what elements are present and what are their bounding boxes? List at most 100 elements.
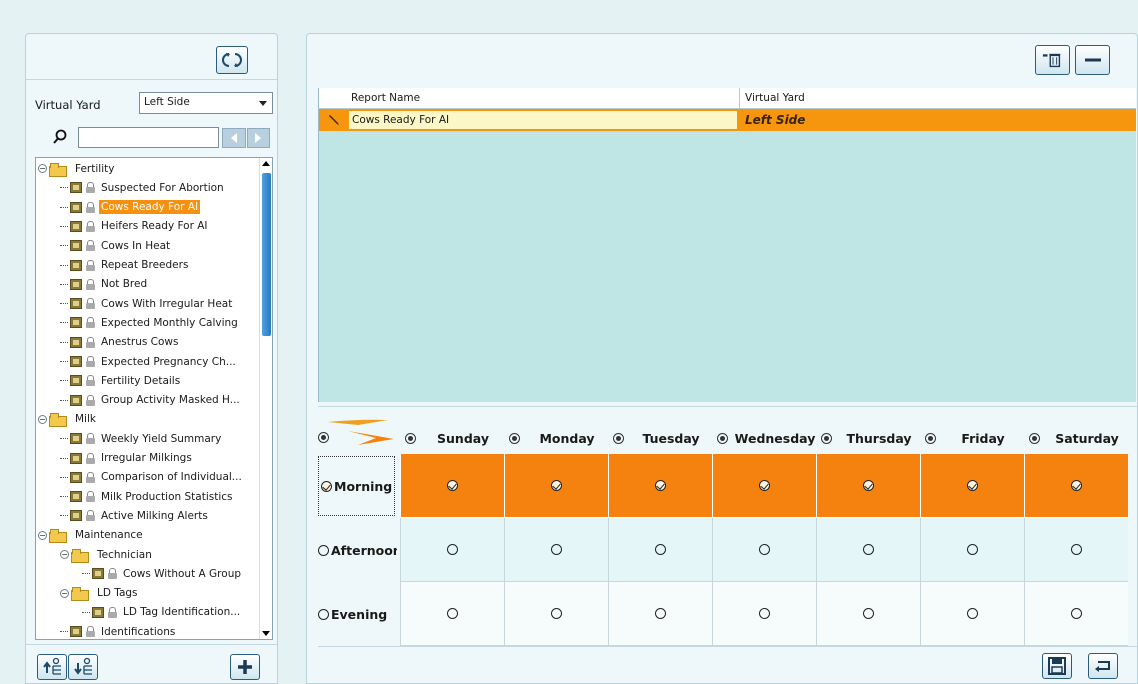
tree-folder[interactable]: − LD Tags <box>60 584 140 603</box>
period-morning[interactable]: Morning <box>318 454 400 518</box>
tree-item[interactable]: Heifers Ready For AI <box>60 217 210 236</box>
collapse-toggle[interactable]: − <box>38 414 47 424</box>
tree-item[interactable]: Irregular Milkings <box>60 449 194 468</box>
select-day-radio[interactable] <box>613 433 624 444</box>
scroll-thumb[interactable] <box>262 173 271 336</box>
day-header-tuesday[interactable]: Tuesday <box>608 424 712 453</box>
period-evening[interactable]: Evening <box>318 582 400 646</box>
tree-item[interactable]: Not Bred <box>60 275 149 294</box>
schedule-cell[interactable] <box>712 518 816 582</box>
select-day-radio[interactable] <box>405 433 416 444</box>
column-header-virtual-yard[interactable]: Virtual Yard <box>739 88 805 109</box>
tree-item[interactable]: Active Milking Alerts <box>60 506 210 525</box>
move-down-button[interactable] <box>68 654 98 680</box>
schedule-radio[interactable] <box>447 480 458 491</box>
tree-item[interactable]: Suspected For Abortion <box>60 178 226 197</box>
table-row[interactable]: Cows Ready For AI Left Side <box>319 109 1136 131</box>
schedule-cell[interactable] <box>608 518 712 582</box>
tree-item[interactable]: Weekly Yield Summary <box>60 429 223 448</box>
schedule-radio[interactable] <box>551 480 562 491</box>
tree-item[interactable]: Fertility Details <box>60 371 182 390</box>
schedule-radio[interactable] <box>655 544 666 555</box>
tree-item[interactable]: Identifications <box>60 622 177 639</box>
scroll-up-icon[interactable] <box>262 161 270 166</box>
select-all-radio[interactable] <box>318 432 329 443</box>
schedule-cell[interactable] <box>400 454 504 518</box>
schedule-radio[interactable] <box>759 480 770 491</box>
column-header-report-name[interactable]: Report Name <box>351 88 420 104</box>
schedule-cell[interactable] <box>504 518 608 582</box>
select-day-radio[interactable] <box>1029 433 1040 444</box>
tree-folder[interactable]: − Fertility <box>38 159 116 178</box>
period-radio[interactable] <box>321 480 332 492</box>
day-header-wednesday[interactable]: Wednesday <box>712 424 816 453</box>
add-report-button[interactable] <box>230 654 260 680</box>
schedule-radio[interactable] <box>759 608 770 619</box>
schedule-cell[interactable] <box>712 582 816 646</box>
collapse-toggle[interactable]: − <box>38 530 47 540</box>
schedule-radio[interactable] <box>1071 544 1082 555</box>
tree-folder[interactable]: − Technician <box>60 545 154 564</box>
schedule-cell[interactable] <box>920 582 1024 646</box>
refresh-button[interactable] <box>216 46 248 74</box>
schedule-radio[interactable] <box>551 608 562 619</box>
select-day-radio[interactable] <box>509 433 520 444</box>
tree-item[interactable]: Cows In Heat <box>60 236 172 255</box>
schedule-radio[interactable] <box>863 544 874 555</box>
tree-item[interactable]: Milk Production Statistics <box>60 487 235 506</box>
schedule-cell[interactable] <box>1024 518 1128 582</box>
schedule-cell[interactable] <box>712 454 816 518</box>
schedule-cell[interactable] <box>504 454 608 518</box>
tree-item[interactable]: Expected Pregnancy Ch... <box>60 352 238 371</box>
schedule-cell[interactable] <box>920 454 1024 518</box>
tree-item[interactable]: Anestrus Cows <box>60 333 180 352</box>
tree-item[interactable]: Cows Without A Group <box>82 564 243 583</box>
virtual-yard-select[interactable]: Left Side <box>139 92 273 114</box>
period-afternoon[interactable]: Afternoon <box>318 518 400 582</box>
day-header-thursday[interactable]: Thursday <box>816 424 920 453</box>
day-header-friday[interactable]: Friday <box>920 424 1024 453</box>
tree-folder[interactable]: − Milk <box>38 410 98 429</box>
schedule-cell[interactable] <box>608 454 712 518</box>
schedule-radio[interactable] <box>759 544 770 555</box>
tree-item[interactable]: Repeat Breeders <box>60 256 190 275</box>
schedule-radio[interactable] <box>967 608 978 619</box>
day-header-saturday[interactable]: Saturday <box>1024 424 1128 453</box>
schedule-cell[interactable] <box>816 582 920 646</box>
virtual-yard-cell[interactable]: Left Side <box>742 111 808 129</box>
schedule-radio[interactable] <box>863 608 874 619</box>
schedule-radio[interactable] <box>551 544 562 555</box>
schedule-cell[interactable] <box>920 518 1024 582</box>
schedule-radio[interactable] <box>447 608 458 619</box>
report-name-cell[interactable]: Cows Ready For AI <box>349 111 737 129</box>
delete-button[interactable] <box>1035 45 1070 75</box>
schedule-cell[interactable] <box>400 582 504 646</box>
schedule-cell[interactable] <box>504 582 608 646</box>
period-radio[interactable] <box>318 544 329 556</box>
schedule-cell[interactable] <box>1024 582 1128 646</box>
collapse-toggle[interactable]: − <box>60 588 69 598</box>
schedule-radio[interactable] <box>655 480 666 491</box>
tree-item[interactable]: Cows Ready For AI <box>60 198 201 217</box>
tree-item[interactable]: Group Activity Masked H... <box>60 391 242 410</box>
select-day-radio[interactable] <box>821 433 832 444</box>
search-prev-button[interactable] <box>222 128 246 148</box>
schedule-cell[interactable] <box>400 518 504 582</box>
collapse-toggle[interactable]: − <box>38 164 47 173</box>
select-day-radio[interactable] <box>717 433 728 444</box>
tree-item[interactable]: LD Tag Identification... <box>82 603 242 622</box>
search-input[interactable] <box>78 127 219 148</box>
schedule-cell[interactable] <box>816 518 920 582</box>
schedule-radio[interactable] <box>967 480 978 491</box>
period-radio[interactable] <box>318 608 329 620</box>
undo-button[interactable] <box>1088 653 1118 679</box>
schedule-radio[interactable] <box>447 544 458 555</box>
schedule-cell[interactable] <box>816 454 920 518</box>
collapse-toggle[interactable]: − <box>60 550 69 559</box>
tree-folder[interactable]: − Maintenance <box>38 526 145 545</box>
tree-item[interactable]: Comparison of Individual... <box>60 468 244 487</box>
tree-scrollbar[interactable] <box>259 158 272 639</box>
search-next-button[interactable] <box>246 128 270 148</box>
schedule-radio[interactable] <box>1071 480 1082 491</box>
remove-button[interactable] <box>1075 45 1110 75</box>
